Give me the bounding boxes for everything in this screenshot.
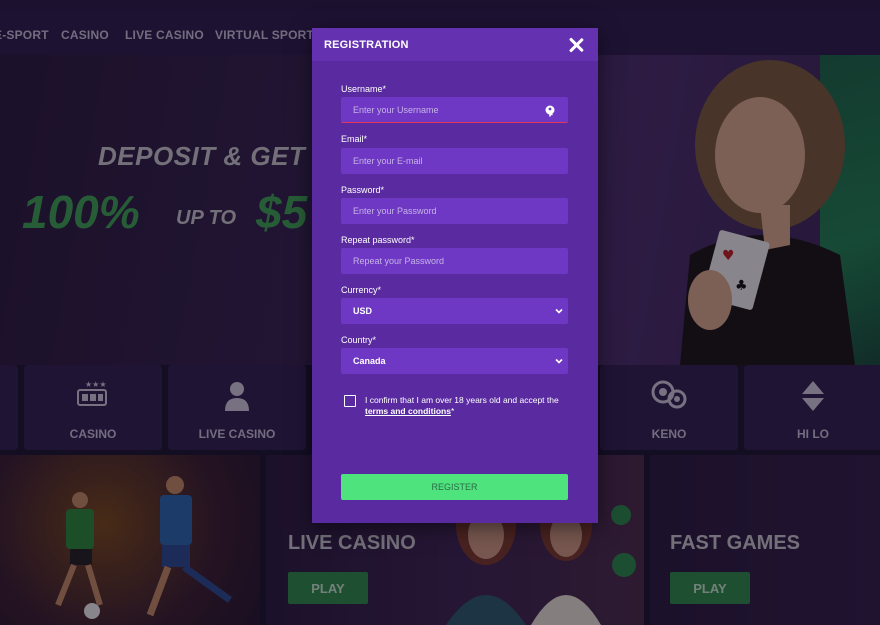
password-label: Password*: [341, 185, 385, 195]
chevron-down-icon: [555, 358, 563, 364]
age-confirm-checkbox[interactable]: [344, 395, 356, 407]
country-value: Canada: [353, 356, 386, 366]
currency-select[interactable]: USD: [341, 298, 568, 324]
close-icon[interactable]: [568, 37, 584, 53]
age-confirm-text: I confirm that I am over 18 years old an…: [365, 395, 575, 417]
email-label: Email*: [341, 134, 368, 144]
register-button[interactable]: REGISTER: [341, 474, 568, 500]
username-field[interactable]: [341, 97, 568, 123]
terms-suffix: *: [450, 406, 455, 416]
username-label: Username*: [341, 84, 387, 94]
repeat-password-label: Repeat password*: [341, 235, 415, 245]
modal-title: REGISTRATION: [324, 39, 409, 51]
registration-modal: REGISTRATION Username* Email* Password* …: [312, 28, 598, 523]
confirm-text: I confirm that I am over 18 years old an…: [365, 395, 559, 405]
terms-link[interactable]: terms and conditions: [365, 406, 451, 416]
password-field[interactable]: [341, 198, 568, 224]
autofill-key-icon[interactable]: [544, 105, 556, 117]
country-label: Country*: [341, 335, 377, 345]
currency-label: Currency*: [341, 285, 382, 295]
modal-header: REGISTRATION: [312, 28, 598, 61]
email-field[interactable]: [341, 148, 568, 174]
country-select[interactable]: Canada: [341, 348, 568, 374]
chevron-down-icon: [555, 308, 563, 314]
currency-value: USD: [353, 306, 373, 316]
repeat-password-field[interactable]: [341, 248, 568, 274]
